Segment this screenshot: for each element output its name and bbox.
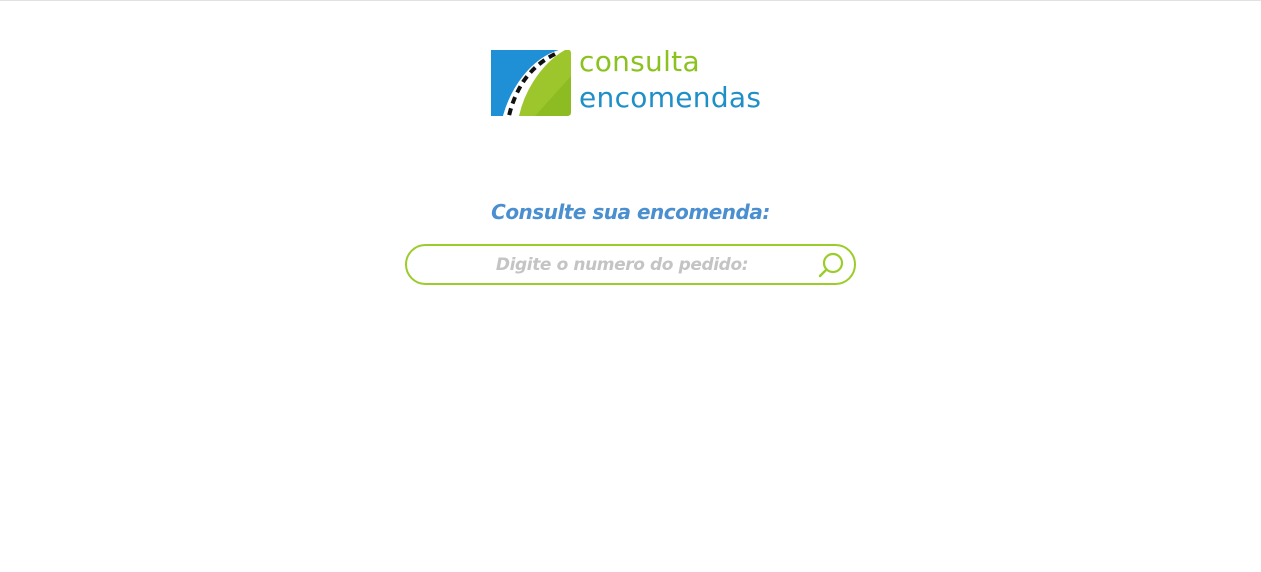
road-logo-icon xyxy=(491,50,571,117)
logo-text: consulta encomendas xyxy=(579,44,761,116)
search-button[interactable] xyxy=(818,251,846,279)
page-title: Consulte sua encomenda: xyxy=(491,200,770,224)
order-number-input[interactable] xyxy=(427,246,817,283)
logo-word-consulta: consulta xyxy=(579,45,700,78)
search-bar xyxy=(405,244,856,285)
top-divider xyxy=(0,0,1261,1)
logo-word-encomendas: encomendas xyxy=(579,81,762,114)
page: consulta encomendas Consulte sua encomen… xyxy=(0,0,1261,572)
search-icon xyxy=(818,252,844,278)
site-logo[interactable]: consulta encomendas xyxy=(489,44,779,118)
